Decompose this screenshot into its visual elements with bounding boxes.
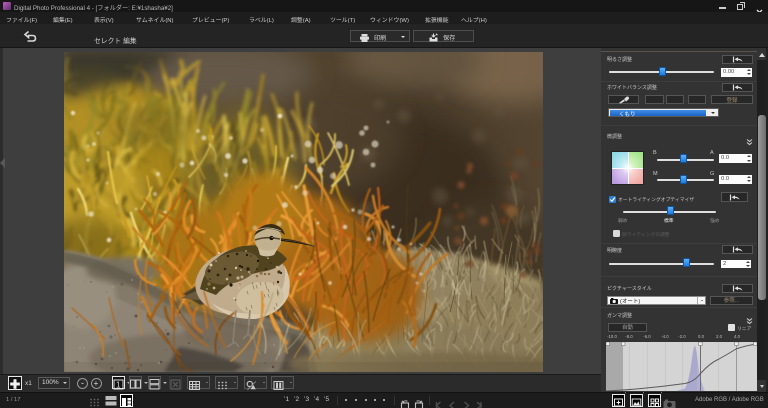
svg-text:1: 1	[116, 381, 121, 390]
